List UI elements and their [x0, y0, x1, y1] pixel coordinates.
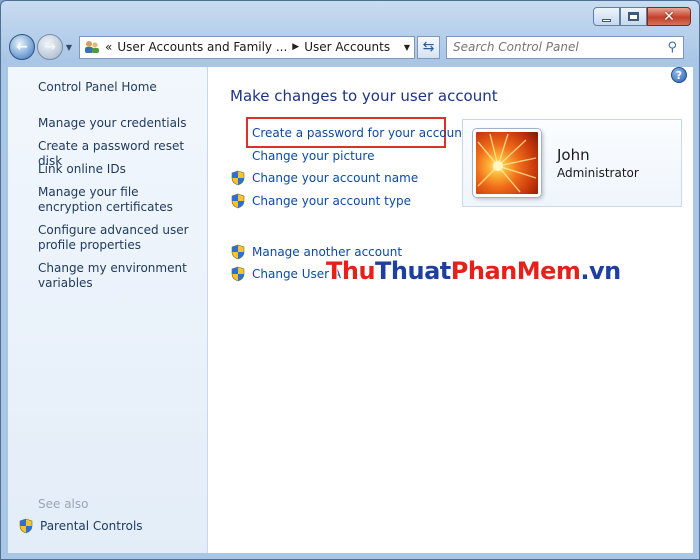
- change-picture-label[interactable]: Change your picture: [252, 149, 374, 163]
- create-password-label[interactable]: Create a password for your account: [252, 126, 467, 140]
- main-content: ? Make changes to your user account Crea…: [208, 67, 693, 553]
- navigation-bar: ← → ▼ « User Accounts and Family ... ▶ U…: [9, 33, 691, 61]
- uac-shield-icon: [231, 170, 245, 186]
- address-dropdown-icon[interactable]: ▼: [404, 43, 410, 52]
- breadcrumb-separator-icon[interactable]: ▶: [292, 42, 299, 52]
- uac-shield-icon: [231, 266, 245, 282]
- recent-pages-dropdown[interactable]: ▼: [63, 43, 75, 52]
- minimize-button[interactable]: [593, 7, 620, 26]
- account-role: Administrator: [557, 166, 639, 180]
- user-accounts-icon: [85, 41, 99, 53]
- watermark-part-4: .vn: [580, 257, 621, 285]
- change-account-name-label[interactable]: Change your account name: [252, 171, 418, 185]
- site-watermark: ThuThuatPhanMem.vn: [326, 257, 621, 285]
- uac-shield-icon: [231, 244, 245, 260]
- user-accounts-window: ✕ ← → ▼ « User Accounts and Family ... ▶…: [0, 0, 700, 560]
- change-account-type-link[interactable]: Change your account type: [230, 193, 411, 209]
- uac-shield-icon: [19, 518, 33, 534]
- change-uac-settings-link[interactable]: Change User A: [230, 266, 341, 282]
- environment-variables-link[interactable]: Change my environment variables: [38, 261, 203, 291]
- forward-button[interactable]: →: [37, 34, 63, 60]
- refresh-button[interactable]: ⇆: [417, 35, 440, 59]
- breadcrumb-user-accounts-family[interactable]: User Accounts and Family ...: [117, 40, 287, 54]
- help-icon[interactable]: ?: [671, 67, 687, 83]
- manage-credentials-link[interactable]: Manage your credentials: [38, 116, 203, 131]
- search-box[interactable]: ⚲: [446, 35, 684, 59]
- close-icon: ✕: [663, 8, 675, 25]
- page-title: Make changes to your user account: [230, 87, 498, 105]
- breadcrumb-user-accounts[interactable]: User Accounts: [304, 40, 390, 54]
- back-button[interactable]: ←: [9, 34, 35, 60]
- see-also-heading: See also: [38, 497, 89, 511]
- change-account-name-link[interactable]: Change your account name: [230, 170, 418, 186]
- uac-shield-icon: [231, 193, 245, 209]
- watermark-part-1: Thu: [326, 257, 376, 285]
- search-input[interactable]: [453, 40, 668, 54]
- maximize-icon: [628, 12, 639, 21]
- close-button[interactable]: ✕: [647, 7, 691, 26]
- search-icon[interactable]: ⚲: [667, 40, 677, 55]
- link-online-ids-link[interactable]: Link online IDs: [38, 162, 203, 177]
- avatar: [473, 129, 541, 197]
- flower-picture-icon: [477, 133, 537, 193]
- change-picture-link[interactable]: Change your picture: [230, 149, 374, 163]
- refresh-icon: ⇆: [422, 39, 435, 55]
- left-task-pane: Control Panel Home Manage your credentia…: [8, 67, 208, 553]
- watermark-part-3: PhanMem: [450, 257, 581, 285]
- window-controls: ✕: [593, 7, 691, 26]
- parental-controls-link[interactable]: Parental Controls: [18, 518, 143, 534]
- account-name: John: [557, 146, 590, 164]
- change-account-type-label[interactable]: Change your account type: [252, 194, 411, 208]
- arrow-left-icon: ←: [16, 39, 28, 55]
- minimize-icon: [602, 18, 611, 22]
- control-panel-home-link[interactable]: Control Panel Home: [38, 80, 203, 95]
- address-bar[interactable]: « User Accounts and Family ... ▶ User Ac…: [79, 35, 415, 59]
- account-card: John Administrator: [462, 119, 682, 207]
- parental-controls-label[interactable]: Parental Controls: [40, 519, 143, 533]
- file-encryption-certificates-link[interactable]: Manage your file encryption certificates: [38, 185, 203, 215]
- breadcrumb-overflow[interactable]: «: [105, 40, 112, 54]
- create-password-link[interactable]: Create a password for your account: [230, 126, 467, 140]
- arrow-right-icon: →: [44, 39, 56, 55]
- advanced-profile-properties-link[interactable]: Configure advanced user profile properti…: [38, 223, 203, 253]
- chevron-down-icon: ▼: [65, 42, 73, 52]
- watermark-part-2: Thuat: [375, 257, 451, 285]
- maximize-button[interactable]: [620, 7, 647, 26]
